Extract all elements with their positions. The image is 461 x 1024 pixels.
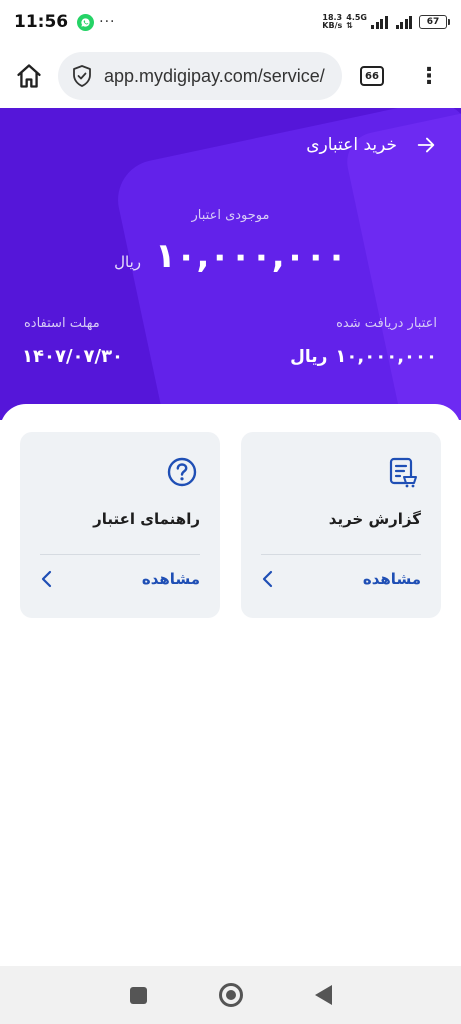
deadline-label: مهلت استفاده	[24, 316, 100, 331]
back-nav-button[interactable]	[314, 985, 332, 1005]
address-bar[interactable]: app.mydigipay.com/service/	[58, 52, 342, 100]
balance-value: ۱۰,۰۰۰,۰۰۰	[155, 236, 347, 276]
browser-menu-button[interactable]: ⋮	[405, 44, 453, 108]
home-nav-button[interactable]	[218, 983, 243, 1007]
more-notifications-icon: ···	[99, 14, 116, 30]
card-title: گزارش خرید	[328, 510, 421, 528]
balance-row: ۱۰,۰۰۰,۰۰۰ ریال	[0, 236, 461, 276]
status-time: 11:56	[14, 12, 69, 32]
home-icon	[17, 64, 41, 88]
view-purchase-report-link[interactable]: مشاهده	[261, 570, 421, 588]
credit-guide-card[interactable]: راهنمای اعتبار مشاهده	[20, 432, 220, 618]
received-credit-unit: ریال	[290, 347, 328, 367]
tabs-button[interactable]: 66	[344, 44, 400, 108]
tabs-count: 66	[360, 66, 384, 86]
chevron-left-icon	[41, 570, 52, 588]
page-title: خرید اعتباری	[306, 135, 397, 155]
received-credit-value: ۱۰,۰۰۰,۰۰۰	[335, 346, 437, 367]
balance-unit: ریال	[114, 253, 142, 271]
deadline-value: ۱۴۰۷/۰۷/۳۰	[22, 346, 124, 367]
network-speed: 18.3 KB/s	[322, 13, 343, 30]
home-button[interactable]	[0, 44, 58, 108]
purchase-report-card[interactable]: گزارش خرید مشاهده	[241, 432, 441, 618]
back-navigation[interactable]: خرید اعتباری	[306, 134, 437, 156]
view-credit-guide-link[interactable]: مشاهده	[40, 570, 200, 588]
main-content: گزارش خرید مشاهده راهنمای اعتبار مشاهده	[0, 404, 461, 966]
url-text[interactable]: app.mydigipay.com/service/	[104, 66, 325, 87]
help-icon	[164, 454, 200, 490]
security-shield-icon[interactable]	[70, 64, 94, 88]
divider	[40, 554, 200, 555]
whatsapp-notification-icon	[77, 13, 95, 31]
purchase-report-icon	[385, 454, 421, 490]
status-bar: 11:56 ··· 18.3 KB/s 4.5G ⇅ 67	[0, 0, 461, 44]
battery-icon: 67	[419, 15, 450, 29]
signal-2-icon	[395, 15, 412, 29]
view-link-label: مشاهده	[362, 570, 421, 588]
received-credit: ۱۰,۰۰۰,۰۰۰ ریال	[290, 346, 437, 367]
signal-1-icon	[371, 15, 388, 29]
divider	[261, 554, 421, 555]
credit-header: خرید اعتباری موجودی اعتبار ۱۰,۰۰۰,۰۰۰ ری…	[0, 108, 461, 420]
status-indicators: 18.3 KB/s 4.5G ⇅ 67	[322, 13, 450, 30]
view-link-label: مشاهده	[141, 570, 200, 588]
received-credit-label: اعتبار دریافت شده	[336, 316, 437, 331]
system-navigation-bar	[0, 966, 461, 1024]
recent-apps-button[interactable]	[129, 986, 147, 1004]
back-arrow-icon[interactable]	[415, 134, 437, 156]
balance-label: موجودی اعتبار	[191, 208, 270, 223]
browser-toolbar: app.mydigipay.com/service/ 66 ⋮	[0, 44, 461, 108]
network-type: 4.5G ⇅	[346, 13, 367, 30]
chevron-left-icon	[262, 570, 273, 588]
card-title: راهنمای اعتبار	[93, 510, 200, 528]
